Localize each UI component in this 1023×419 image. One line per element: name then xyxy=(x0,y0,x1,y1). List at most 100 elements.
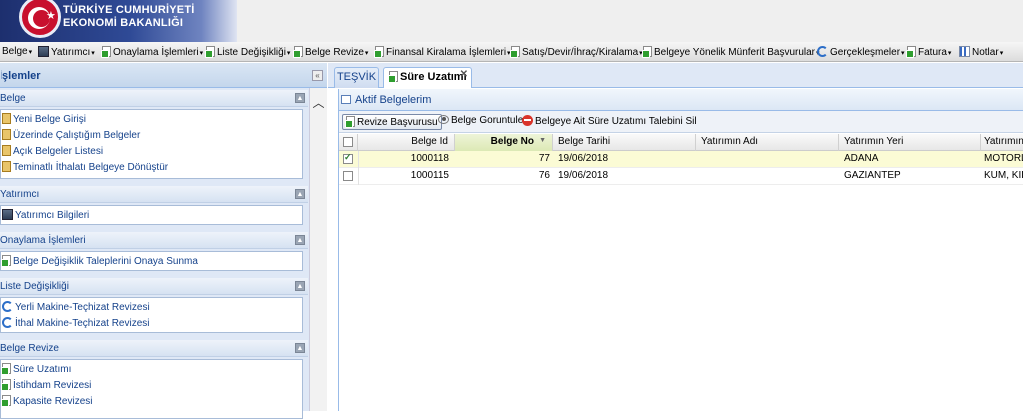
col-belge-no[interactable]: Belge No ▼ xyxy=(455,134,553,151)
nav-yerli-makine-revizesi[interactable]: Yerli Makine-Teçhizat Revizesi xyxy=(2,301,150,313)
column-label: Belge No xyxy=(490,136,534,147)
panel-header: Aktif Belgelerim xyxy=(339,89,1023,111)
window-icon xyxy=(341,95,351,104)
document-icon xyxy=(374,46,384,58)
tab-sure-uzatimi[interactable]: Süre Uzatımı ✕ xyxy=(383,67,472,88)
menu-liste-degisikligi[interactable]: Liste Değişikliği▾ xyxy=(205,46,290,58)
close-icon[interactable]: ✕ xyxy=(460,69,468,80)
app-header: ★ TÜRKİYE CUMHURİYETİ EKONOMİ BAKANLIĞI xyxy=(0,0,1023,42)
col-yatirimin-yeri[interactable]: Yatırımın Yeri xyxy=(839,134,981,151)
nav-kapasite-revizesi[interactable]: Kapasite Revizesi xyxy=(1,395,92,407)
menu-label: Onaylama İşlemleri xyxy=(113,47,199,58)
row-checkbox[interactable] xyxy=(343,152,353,164)
menu-label: Fatura xyxy=(918,47,947,58)
nav-label: Yatırımcı Bilgileri xyxy=(15,210,90,221)
cell-belge-id: 1000118 xyxy=(410,153,449,164)
tab-bar: TEŞVİK Süre Uzatımı ✕ xyxy=(328,63,1023,88)
cell-yatirimin: MOTORLU xyxy=(984,153,1023,164)
dropdown-arrow-icon: ▾ xyxy=(999,50,1004,57)
book-icon xyxy=(2,161,11,172)
menu-notlar[interactable]: Notlar▾ xyxy=(959,46,1003,58)
nav-label: İstihdam Revizesi xyxy=(13,380,92,391)
col-belge-id[interactable]: Belge Id xyxy=(358,134,455,151)
select-all-checkbox[interactable] xyxy=(343,137,353,147)
group-header[interactable]: Liste Değişikliği ▲ xyxy=(0,278,308,295)
tab-tesvik[interactable]: TEŞVİK xyxy=(334,67,379,88)
menu-onaylama-islemleri[interactable]: Onaylama İşlemleri▾ xyxy=(101,46,204,58)
group-body: Belge Değişiklik Taleplerini Onaya Sunma xyxy=(0,251,303,271)
menu-fatura[interactable]: Fatura▾ xyxy=(906,46,951,58)
nav-degisiklik-onaya-sunma[interactable]: Belge Değişiklik Taleplerini Onaya Sunma xyxy=(1,255,198,267)
document-icon xyxy=(1,363,11,375)
col-belge-tarihi[interactable]: Belge Tarihi xyxy=(553,134,696,151)
scroll-up-icon[interactable]: ︿ xyxy=(310,94,327,110)
collapse-icon[interactable]: ▲ xyxy=(295,93,305,103)
dropdown-arrow-icon: ▾ xyxy=(901,50,905,57)
document-icon xyxy=(510,46,520,58)
document-icon xyxy=(642,46,652,58)
menu-satis-devir[interactable]: Satış/Devir/İhraç/Kiralama▾ xyxy=(510,46,643,58)
menu-finansal-kiralama[interactable]: Finansal Kiralama İşlemleri▾ xyxy=(374,46,511,58)
document-icon xyxy=(1,395,11,407)
document-icon xyxy=(1,255,11,267)
group-header[interactable]: Onaylama İşlemleri ▲ xyxy=(0,232,308,249)
cell-belge-no: 77 xyxy=(538,153,550,164)
collapse-icon[interactable]: ▲ xyxy=(295,343,305,353)
group-header[interactable]: Belge Revize ▲ xyxy=(0,340,308,357)
grid-toolbar: Revize Başvurusu Belge Goruntule Belgeye… xyxy=(339,111,1023,133)
nav-label: Üzerinde Çalıştığım Belgeler xyxy=(13,130,141,141)
menu-belge-revize[interactable]: Belge Revize▾ xyxy=(293,46,368,58)
nav-label: Yeni Belge Girişi xyxy=(13,114,87,125)
operations-panel-title: İşlemler xyxy=(0,70,41,82)
belge-goruntule-button[interactable]: Belge Goruntule xyxy=(435,114,526,130)
group-body: Yatırımcı Bilgileri xyxy=(0,205,303,225)
group-title: Yatırımcı xyxy=(0,189,40,200)
col-yatirimin-adi[interactable]: Yatırımın Adı xyxy=(696,134,839,151)
button-label: Belgeye Ait Süre Uzatımı Talebini Sil xyxy=(535,116,697,127)
nav-teminatli-ithalat[interactable]: Teminatlı İthalatı Belgeye Dönüştür xyxy=(2,161,168,173)
nav-uzerinde-calistigim[interactable]: Üzerinde Çalıştığım Belgeler xyxy=(2,129,140,141)
col-yatirimin[interactable]: Yatırımın xyxy=(981,134,1023,151)
sort-desc-icon: ▼ xyxy=(539,137,546,144)
document-icon xyxy=(1,379,11,391)
table-row[interactable]: 1000118 77 19/06/2018 ADANA MOTORLU xyxy=(339,151,1023,168)
nav-sure-uzatimi[interactable]: Süre Uzatımı xyxy=(1,363,71,375)
collapse-icon[interactable]: ▲ xyxy=(295,281,305,291)
group-onaylama: Onaylama İşlemleri ▲ Belge Değişiklik Tal… xyxy=(0,232,308,272)
cell-belge-tarihi: 19/06/2018 xyxy=(558,153,609,164)
refresh-icon xyxy=(817,46,828,57)
menu-label: Satış/Devir/İhraç/Kiralama xyxy=(522,47,639,58)
menu-munferit-basvurular[interactable]: Belgeye Yönelik Münferit Başvurular▾ xyxy=(642,46,820,58)
nav-istihdam-revizesi[interactable]: İstihdam Revizesi xyxy=(1,379,92,391)
left-panel-scrollbar[interactable]: ︿ xyxy=(309,88,327,411)
refresh-icon xyxy=(2,301,13,312)
group-body: Yeni Belge Girişi Üzerinde Çalıştığım Be… xyxy=(0,109,303,179)
operations-panel-header: İşlemler « xyxy=(0,63,327,88)
group-body: Yerli Makine-Teçhizat Revizesi İthal Mak… xyxy=(0,297,303,333)
tab-label: Süre Uzatımı xyxy=(400,71,467,83)
group-header[interactable]: Belge ▲ xyxy=(0,90,308,107)
refresh-icon xyxy=(2,317,13,328)
turkish-flag-crescent-icon: ★ xyxy=(19,0,61,38)
nav-yatirimci-bilgileri[interactable]: Yatırımcı Bilgileri xyxy=(2,209,89,221)
table-row[interactable]: 1000115 76 19/06/2018 GAZİANTEP KUM, KİL xyxy=(339,168,1023,185)
collapse-icon[interactable]: ▲ xyxy=(295,189,305,199)
banner-title-line1: TÜRKİYE CUMHURİYETİ xyxy=(63,4,195,16)
menu-belge[interactable]: Belge▾ xyxy=(2,46,32,57)
tab-label: TEŞVİK xyxy=(336,71,377,83)
dropdown-arrow-icon: ▾ xyxy=(199,50,204,57)
talep-sil-button[interactable]: Belgeye Ait Süre Uzatımı Talebini Sil xyxy=(519,114,700,130)
collapse-icon[interactable]: ▲ xyxy=(295,235,305,245)
menu-yatirimci[interactable]: Yatırımcı▾ xyxy=(38,46,95,58)
row-checkbox[interactable] xyxy=(343,171,353,181)
collapse-left-icon[interactable]: « xyxy=(312,70,323,81)
nav-acik-belgeler[interactable]: Açık Belgeler Listesi xyxy=(2,145,103,157)
nav-ithal-makine-revizesi[interactable]: İthal Makine-Teçhizat Revizesi xyxy=(2,317,150,329)
nav-yeni-belge-girisi[interactable]: Yeni Belge Girişi xyxy=(2,113,86,125)
group-header[interactable]: Yatırımcı ▲ xyxy=(0,186,308,203)
menu-gerceklesmeler[interactable]: Gerçekleşmeler▾ xyxy=(817,46,905,58)
document-icon xyxy=(345,116,355,128)
cell-yatirimin-yeri: ADANA xyxy=(844,153,879,164)
nav-label: Yerli Makine-Teçhizat Revizesi xyxy=(15,302,150,313)
revize-basvurusu-button[interactable]: Revize Başvurusu xyxy=(342,114,442,130)
